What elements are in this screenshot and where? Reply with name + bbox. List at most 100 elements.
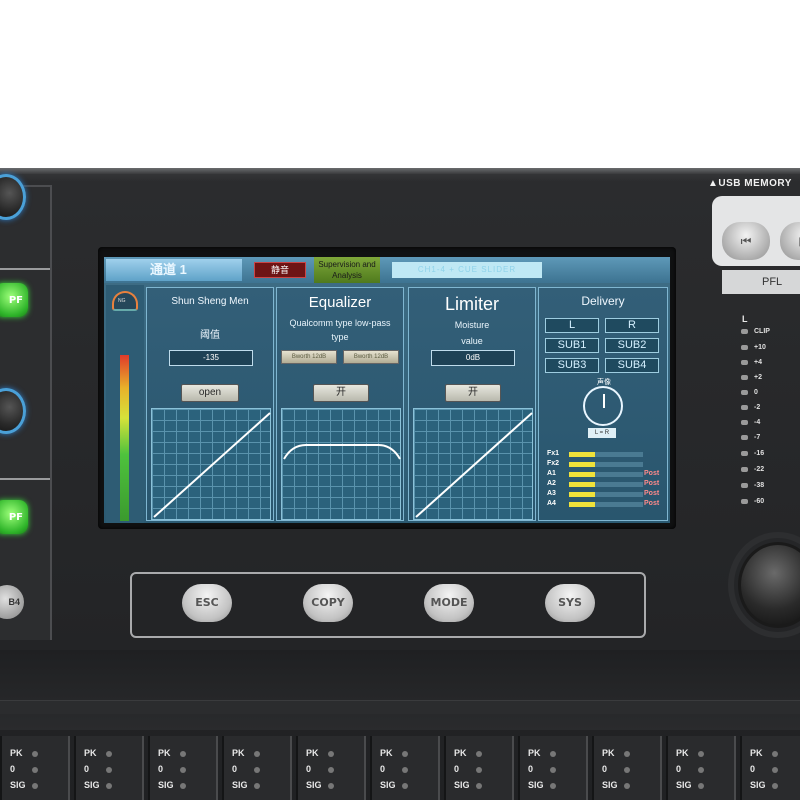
- pfl-label-panel: PFL: [722, 270, 800, 294]
- channel-indicator-led: [254, 767, 260, 773]
- send-row-a4[interactable]: A4 Post: [547, 500, 663, 509]
- delivery-panel[interactable]: Delivery L R SUB1 SUB2 SUB3 SUB4 声像 L = …: [538, 287, 668, 521]
- channel-strip: PK 0 SIG: [222, 736, 292, 800]
- channel-indicator-label: SIG: [602, 780, 618, 790]
- meter-led: [741, 466, 748, 472]
- send-level-fill: [569, 502, 595, 507]
- meter-scale-label: CLIP: [754, 328, 770, 335]
- meter-scale-label: +10: [754, 344, 766, 351]
- send-post-label: Post: [644, 480, 660, 487]
- send-row-a1[interactable]: A1 Post: [547, 470, 663, 479]
- send-level-bar[interactable]: [569, 482, 643, 487]
- send-level-bar[interactable]: [569, 452, 643, 457]
- eq-switch-button[interactable]: 开: [313, 384, 369, 402]
- channel-strip: PK 0 SIG: [148, 736, 218, 800]
- channel-indicator-led: [32, 751, 38, 757]
- route-sub3-button[interactable]: SUB3: [545, 358, 599, 373]
- tab-link[interactable]: CH1-4 + CUE SLIDER: [392, 262, 542, 278]
- meter-scale-label: -7: [754, 434, 761, 441]
- gate-panel[interactable]: Shun Sheng Men 阈值 -135 open: [146, 287, 274, 521]
- pan-value: L = R: [588, 428, 616, 438]
- send-level-fill: [569, 492, 595, 497]
- mode-button[interactable]: MODE: [424, 584, 474, 622]
- send-level-bar[interactable]: [569, 492, 643, 497]
- channel-indicator-led: [772, 767, 778, 773]
- send-row-a2[interactable]: A2 Post: [547, 480, 663, 489]
- channel-indicator-label: PK: [84, 748, 97, 758]
- send-label: A2: [547, 480, 556, 487]
- meter-led: [741, 328, 748, 334]
- channel-level-meter: NG: [106, 285, 144, 523]
- channel-strip: PK 0 SIG: [518, 736, 588, 800]
- channel-indicator-label: SIG: [528, 780, 544, 790]
- channel-indicator-led: [180, 767, 186, 773]
- lower-panel: [0, 650, 800, 730]
- route-sub1-button[interactable]: SUB1: [545, 338, 599, 353]
- filter-type-label: Qualcomm type low-pass type: [289, 318, 391, 342]
- channel-indicator-led: [254, 751, 260, 757]
- channel-indicator-label: 0: [750, 764, 756, 774]
- hpf-slope-button[interactable]: Bworth 12dB: [281, 350, 337, 364]
- tab-monitor[interactable]: Supervision and Analysis: [314, 257, 380, 283]
- channel-indicator-label: 0: [602, 764, 608, 774]
- channel-indicator-label: 0: [676, 764, 682, 774]
- touch-screen[interactable]: 通道 1 静音 Supervision and Analysis CH1-4 +…: [104, 257, 670, 523]
- channel-indicator-led: [180, 783, 186, 789]
- channel-indicator-led: [772, 751, 778, 757]
- esc-button[interactable]: ESC: [182, 584, 232, 622]
- send-level-bar[interactable]: [569, 462, 643, 467]
- usb-previous-button[interactable]: ⏮: [722, 222, 770, 260]
- limiter-panel[interactable]: Limiter Moisture value 0dB 开: [408, 287, 536, 521]
- send-level-bar[interactable]: [569, 502, 643, 507]
- route-l-button[interactable]: L: [545, 318, 599, 333]
- threshold-value-field[interactable]: -135: [169, 350, 253, 366]
- equalizer-panel[interactable]: Equalizer Qualcomm type low-pass type Bw…: [276, 287, 404, 521]
- channel-strip: PK 0 SIG: [74, 736, 144, 800]
- route-sub4-button[interactable]: SUB4: [605, 358, 659, 373]
- meter-led: [741, 344, 748, 350]
- channel-indicator-led: [698, 751, 704, 757]
- send-post-label: Post: [644, 500, 660, 507]
- mute-button[interactable]: 静音: [254, 262, 306, 278]
- limiter-curve-graph: [413, 408, 533, 520]
- tab-channel[interactable]: 通道 1: [106, 259, 242, 281]
- send-label: Fx2: [547, 460, 560, 467]
- copy-button[interactable]: COPY: [303, 584, 353, 622]
- meter-led: [741, 434, 748, 440]
- route-sub2-button[interactable]: SUB2: [605, 338, 659, 353]
- channel-indicator-led: [476, 751, 482, 757]
- meter-led: [741, 482, 748, 488]
- meter-scale-label: +2: [754, 374, 762, 381]
- channel-indicator-label: 0: [84, 764, 90, 774]
- divider: [0, 478, 50, 480]
- mixer-top-edge: [0, 168, 800, 174]
- channel-indicator-label: PK: [10, 748, 23, 758]
- limiter-switch-button[interactable]: 开: [445, 384, 501, 402]
- channel-indicator-label: PK: [306, 748, 319, 758]
- send-post-label: Post: [644, 470, 660, 477]
- channel-indicator-led: [106, 767, 112, 773]
- send-row-a3[interactable]: A3 Post: [547, 490, 663, 499]
- gate-switch-button[interactable]: open: [181, 384, 239, 402]
- pf-button[interactable]: PF: [0, 500, 28, 534]
- channel-indicator-led: [328, 783, 334, 789]
- meter-led: [741, 359, 748, 365]
- channel-indicator-led: [624, 783, 630, 789]
- pan-dial-icon[interactable]: [583, 386, 623, 426]
- channel-strip: PK 0 SIG: [0, 736, 70, 800]
- meter-scale-label: -2: [754, 404, 761, 411]
- send-level-bar[interactable]: [569, 472, 643, 477]
- send-row-fx2[interactable]: Fx2: [547, 460, 663, 469]
- channel-indicator-led: [254, 783, 260, 789]
- limiter-value-field[interactable]: 0dB: [431, 350, 515, 366]
- pf-label: PF: [8, 511, 23, 523]
- gauge-icon: NG: [112, 291, 138, 311]
- send-row-fx1[interactable]: Fx1: [547, 450, 663, 459]
- pf-button[interactable]: PF: [0, 283, 28, 317]
- channel-indicator-label: 0: [158, 764, 164, 774]
- channel-strip: PK 0 SIG: [444, 736, 514, 800]
- route-r-button[interactable]: R: [605, 318, 659, 333]
- sys-button[interactable]: SYS: [545, 584, 595, 622]
- send-label: A3: [547, 490, 556, 497]
- lpf-slope-button[interactable]: Bworth 12dB: [343, 350, 399, 364]
